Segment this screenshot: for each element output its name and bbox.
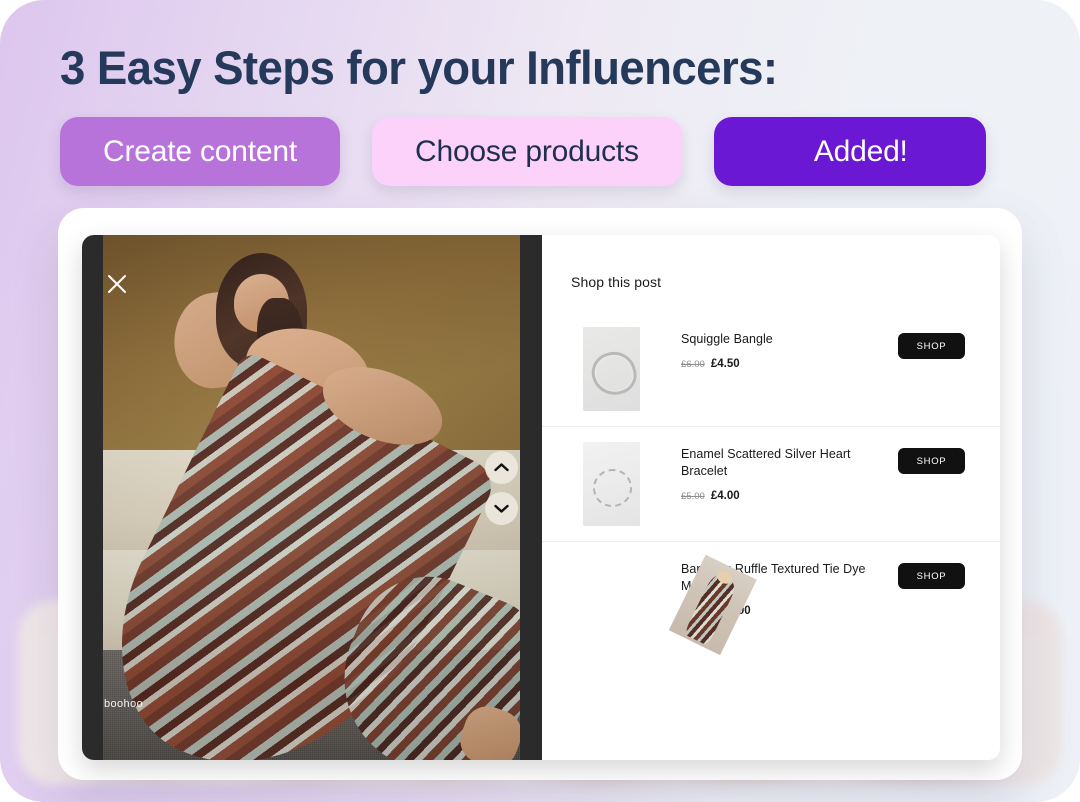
promo-graphic: 3 Easy Steps for your Influencers: Creat… (0, 0, 1080, 802)
product-name: Enamel Scattered Silver Heart Bracelet (681, 447, 851, 478)
post-photo (103, 235, 520, 760)
brand-watermark: boohoo (104, 698, 144, 710)
product-row[interactable]: Enamel Scattered Silver Heart Bracelet £… (542, 427, 1000, 542)
shoppable-post-modal: boohoo Shop this post Squiggle Bangle £6… (82, 235, 1000, 760)
page-title: 3 Easy Steps for your Influencers: (60, 41, 778, 94)
post-image-pane: boohoo (82, 235, 542, 760)
shop-this-post-pane: Shop this post Squiggle Bangle £6.00 £4.… (542, 235, 1000, 760)
product-list: Squiggle Bangle £6.00 £4.50 SHOP Enamel … (542, 312, 1000, 656)
product-thumbnail[interactable] (583, 327, 640, 411)
product-info: Enamel Scattered Silver Heart Bracelet £… (681, 442, 884, 502)
product-price: £5.00 £4.00 (681, 490, 884, 502)
close-icon[interactable] (104, 271, 130, 297)
product-price-sale: £4.50 (710, 357, 740, 370)
steps-row: Create content Choose products Added! (60, 117, 986, 186)
shop-button[interactable]: SHOP (898, 333, 965, 359)
product-row[interactable]: Bandeau Ruffle Textured Tie Dye Maxi Dre… (542, 542, 1000, 656)
product-price-sale: £4.00 (710, 489, 740, 502)
post-navigation (485, 451, 518, 525)
chevron-up-icon[interactable] (485, 451, 518, 484)
shop-button[interactable]: SHOP (898, 563, 965, 589)
product-thumbnail[interactable] (583, 442, 640, 526)
chevron-down-icon[interactable] (485, 492, 518, 525)
product-price: £6.00 £4.50 (681, 358, 884, 370)
step-pill-choose-products[interactable]: Choose products (372, 117, 682, 186)
step-pill-added[interactable]: Added! (713, 117, 986, 186)
step-pill-create-content[interactable]: Create content (60, 117, 340, 186)
product-price-original: £6.00 (681, 358, 705, 370)
device-card: boohoo Shop this post Squiggle Bangle £6… (58, 208, 1022, 780)
shop-panel-title: Shop this post (571, 274, 662, 290)
shop-button[interactable]: SHOP (898, 448, 965, 474)
product-price-original: £5.00 (681, 490, 705, 502)
product-row[interactable]: Squiggle Bangle £6.00 £4.50 SHOP (542, 312, 1000, 427)
product-name: Squiggle Bangle (681, 332, 773, 346)
product-info: Squiggle Bangle £6.00 £4.50 (681, 327, 884, 370)
